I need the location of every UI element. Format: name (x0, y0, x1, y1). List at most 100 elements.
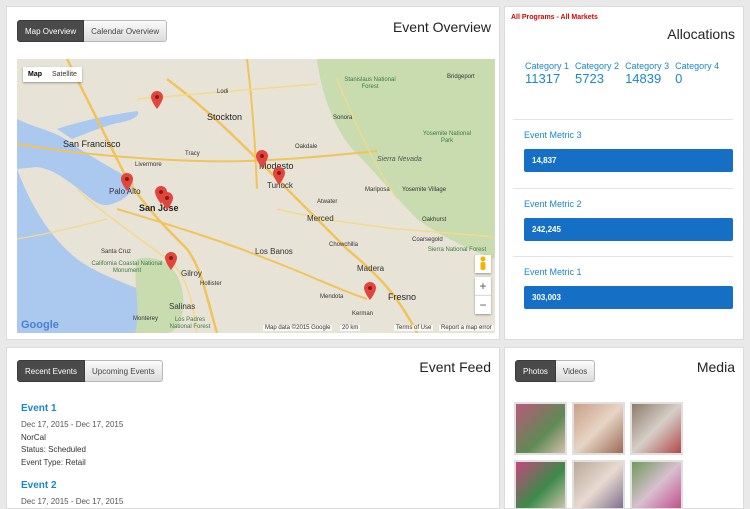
event-name-link[interactable]: Event 1 (21, 403, 123, 414)
map-label-oakdale: Oakdale (295, 144, 318, 150)
category-3: Category 3 14839 (625, 61, 669, 86)
tab-photos[interactable]: Photos (515, 360, 556, 382)
map-label-yosemite-park: Yosemite National Park (422, 131, 472, 144)
map-marker-icon[interactable] (121, 173, 133, 191)
map-view[interactable]: San Francisco Stockton Modesto Turlock P… (17, 59, 495, 333)
map-canvas (17, 59, 495, 333)
category-label: Category 4 (675, 61, 720, 71)
map-label-fresno: Fresno (388, 292, 417, 302)
map-data-credit: Map data ©2015 Google (263, 325, 333, 331)
map-label-stockton: Stockton (207, 112, 243, 122)
category-1: Category 1 11317 (525, 61, 569, 86)
map-type-satellite-button[interactable]: Satellite (47, 67, 82, 82)
category-4: Category 40 (675, 61, 719, 86)
map-marker-icon[interactable] (165, 252, 177, 270)
map-marker-icon[interactable] (151, 91, 163, 109)
map-marker-icon[interactable] (161, 192, 173, 210)
map-scale: 20 km (340, 325, 361, 331)
map-label-sonora: Sonora (333, 115, 353, 121)
event-item: Event 1 Dec 17, 2015 - Dec 17, 2015 NorC… (21, 403, 123, 469)
photo-thumbnail[interactable] (514, 402, 567, 455)
event-status: Status: Scheduled (21, 445, 86, 454)
category-label: Category 1 (525, 61, 570, 71)
tab-recent-events[interactable]: Recent Events (17, 360, 86, 382)
tab-upcoming-events[interactable]: Upcoming Events (85, 360, 163, 382)
media-tabs: Photos Videos (515, 360, 596, 382)
map-label-mariposa: Mariposa (365, 187, 390, 193)
metric-label: Event Metric 1 (524, 267, 582, 277)
map-label-lodi: Lodi (217, 89, 229, 95)
media-title: Media (696, 359, 735, 375)
overview-tabs: Map Overview Calendar Overview (17, 20, 168, 42)
tab-map-overview[interactable]: Map Overview (17, 20, 85, 42)
category-value: 0 (675, 71, 683, 86)
tab-videos[interactable]: Videos (555, 360, 596, 382)
category-totals: Category 1 11317 Category 2 5723 Category … (525, 61, 725, 86)
map-marker-icon[interactable] (364, 282, 376, 300)
event-name-link[interactable]: Event 2 (21, 480, 123, 491)
allocations-title: Allocations (667, 26, 735, 42)
map-label-sierra-nevada: Sierra Nevada (377, 156, 422, 163)
map-label-kerman: Kerman (352, 311, 374, 317)
event-overview-title: Event Overview (392, 19, 491, 35)
map-label-hollister: Hollister (200, 281, 222, 287)
photo-thumbnail[interactable] (572, 402, 625, 455)
map-label-coastal-monument: California Coastal National Monument (91, 261, 163, 274)
map-label-los-padres: Los Padres National Forest (169, 317, 211, 330)
category-value: 5723 (575, 71, 604, 86)
street-view-pegman-icon[interactable] (475, 255, 491, 273)
event-feed-panel: Recent Events Upcoming Events Event Feed… (6, 347, 500, 509)
category-value: 11317 (525, 71, 561, 86)
media-panel: Photos Videos Media (504, 347, 744, 509)
event-region: NorCal (21, 432, 46, 442)
map-label-san-francisco: San Francisco (63, 139, 121, 149)
zoom-in-button[interactable]: + (475, 277, 491, 295)
tab-calendar-overview[interactable]: Calendar Overview (84, 20, 168, 42)
map-label-bridgeport: Bridgeport (447, 74, 475, 80)
event-feed-title: Event Feed (419, 359, 491, 375)
google-logo: Google (21, 319, 59, 331)
map-marker-icon[interactable] (273, 167, 285, 185)
map-label-madera: Madera (357, 264, 385, 273)
event-metric-2: Event Metric 2 242,245 (513, 188, 733, 241)
map-label-salinas: Salinas (169, 302, 196, 311)
map-terms-link[interactable]: Terms of Use (394, 325, 434, 331)
map-label-stanislaus-forest: Stanislaus National Forest (344, 77, 396, 90)
map-label-tracy: Tracy (185, 151, 200, 157)
map-report-link[interactable]: Report a map error (439, 325, 494, 331)
map-label-merced: Merced (307, 214, 334, 223)
event-type: Event Type: Retail (21, 457, 86, 467)
metric-label: Event Metric 2 (524, 199, 582, 209)
metric-label: Event Metric 3 (524, 130, 582, 140)
metric-bar: 303,003 (524, 286, 733, 309)
program-scope-label: All Programs - All Markets (511, 14, 598, 21)
map-label-yosemite-village: Yosemite Village (402, 187, 447, 193)
photo-thumbnail[interactable] (572, 460, 625, 508)
map-label-coarsegold: Coarsegold (412, 237, 443, 243)
event-overview-panel: Map Overview Calendar Overview Event Ove… (6, 6, 500, 340)
map-label-mendota: Mendota (320, 294, 344, 300)
map-type-map-button[interactable]: Map (23, 67, 47, 82)
event-metric-1: Event Metric 1 303,003 (513, 256, 733, 309)
event-metric-3: Event Metric 3 14,837 (513, 119, 733, 172)
photo-grid (514, 402, 683, 508)
photo-thumbnail[interactable] (630, 460, 683, 508)
map-label-santa-cruz: Santa Cruz (101, 249, 132, 255)
map-label-gilroy: Gilroy (181, 269, 202, 278)
map-label-chowchilla: Chowchilla (329, 242, 359, 248)
photo-thumbnail[interactable] (630, 402, 683, 455)
category-value: 14839 (625, 71, 662, 86)
map-label-atwater: Atwater (317, 199, 338, 205)
event-item: Event 2 Dec 17, 2015 - Dec 17, 2015 (21, 480, 123, 508)
category-label: Category 2 (575, 61, 620, 71)
map-label-oakhurst: Oakhurst (422, 217, 447, 223)
allocations-panel: All Programs - All Markets Allocations C… (504, 6, 744, 340)
map-type-control: Map Satellite (23, 67, 82, 82)
category-label: Category 3 (625, 61, 670, 71)
metric-bar: 242,245 (524, 218, 733, 241)
zoom-out-button[interactable]: − (475, 295, 491, 314)
photo-thumbnail[interactable] (514, 460, 567, 508)
metric-bar: 14,837 (524, 149, 733, 172)
event-dates: Dec 17, 2015 - Dec 17, 2015 (21, 420, 124, 429)
map-marker-icon[interactable] (256, 150, 268, 168)
